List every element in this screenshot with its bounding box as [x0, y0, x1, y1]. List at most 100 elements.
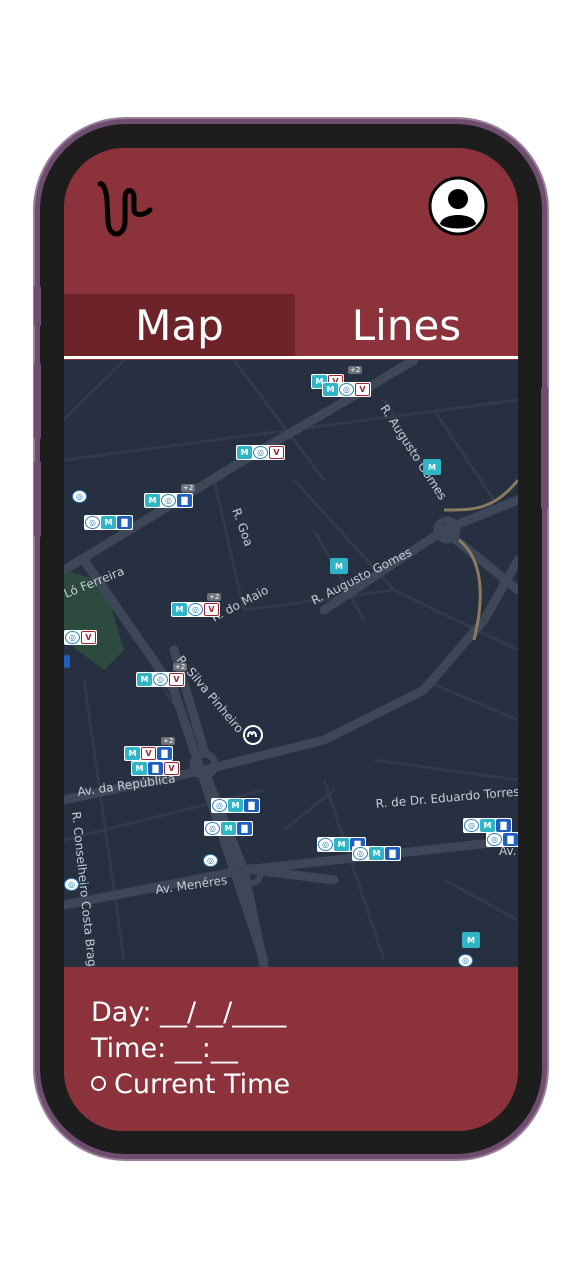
cluster-count-badge: +2	[207, 593, 222, 601]
bus-icon: ▇	[177, 494, 192, 507]
time-selector-panel: Day: __/__/____ Time: __:__ Current Time	[64, 967, 518, 1131]
bus-icon: ▇	[117, 516, 132, 529]
metro-icon: M	[137, 673, 152, 686]
transit-stop-marker[interactable]: ◎	[64, 878, 79, 891]
metro-icon: M	[334, 838, 349, 851]
walk-icon: ◎	[72, 490, 87, 503]
cluster-count-badge: +2	[173, 663, 188, 671]
app-screen: Map Lines R. Augusto Gomes R. Goa Ló Fer…	[64, 148, 518, 1131]
phone-side-button	[34, 460, 41, 538]
walk-icon: ◎	[203, 854, 218, 867]
walk-icon: ◎	[253, 446, 268, 459]
metro-icon: M	[369, 847, 384, 860]
current-time-label: Current Time	[114, 1069, 291, 1100]
tab-lines[interactable]: Lines	[295, 294, 518, 356]
current-time-option[interactable]: Current Time	[91, 1069, 290, 1100]
train-icon: V	[81, 631, 96, 644]
bus-icon: ▇	[244, 799, 259, 812]
phone-side-button	[34, 362, 41, 440]
time-field[interactable]: Time: __:__	[91, 1033, 238, 1064]
walk-icon: ◎	[64, 878, 79, 891]
walk-icon: ◎	[458, 954, 473, 967]
bus-icon: ▇	[503, 833, 518, 846]
bus-icon	[64, 655, 70, 668]
logo-icon	[97, 181, 153, 237]
transit-stop-marker[interactable]: M ▇ V	[131, 761, 180, 776]
transit-stop-marker[interactable]: M ◎ V	[136, 672, 185, 687]
cluster-count-badge: +2	[348, 366, 363, 374]
transit-stop-marker[interactable]: ◎ M ▇	[84, 515, 133, 530]
user-avatar-icon[interactable]	[428, 176, 488, 236]
transit-stop-marker[interactable]: M ◎ V	[236, 445, 285, 460]
tab-map-label: Map	[135, 300, 224, 350]
cluster-count-badge: +2	[161, 737, 176, 745]
transit-stop-marker[interactable]: M V ▇	[124, 746, 173, 761]
transit-stop-marker[interactable]: ◎ M ▇	[204, 821, 253, 836]
train-icon: V	[204, 603, 219, 616]
bus-icon: ▇	[385, 847, 400, 860]
tab-underline	[64, 356, 518, 359]
transit-stop-marker[interactable]: M ◎ V	[322, 382, 371, 397]
tab-lines-label: Lines	[351, 300, 462, 350]
walk-icon: ◎	[339, 383, 354, 396]
cluster-count-badge: +2	[181, 484, 196, 492]
walk-icon: ◎	[153, 673, 168, 686]
transit-stop-marker[interactable]: ◎ V	[64, 630, 97, 645]
street-label: R. Goa	[229, 506, 256, 548]
metro-icon: M	[172, 603, 187, 616]
metro-icon: M	[125, 747, 140, 760]
train-icon: V	[355, 383, 370, 396]
app-header	[64, 148, 518, 294]
transit-stop-marker[interactable]: ◎ M ▇	[352, 846, 401, 861]
current-time-radio[interactable]	[91, 1076, 106, 1091]
train-icon: V	[269, 446, 284, 459]
walk-icon: ◎	[85, 516, 100, 529]
map-roads: R. Augusto Gomes R. Goa Ló Ferreira R. A…	[64, 360, 518, 967]
metro-icon: M	[132, 762, 147, 775]
metro-icon: M	[423, 459, 441, 475]
walk-icon: ◎	[188, 603, 203, 616]
transit-stop-marker[interactable]: ◎ M ▇	[463, 818, 512, 833]
transit-stop-marker[interactable]: ◎	[203, 854, 218, 867]
walk-icon: ◎	[318, 838, 333, 851]
walk-icon: ◎	[464, 819, 479, 832]
metro-icon: M	[101, 516, 116, 529]
transit-stop-marker[interactable]: M ◎ ▇	[144, 493, 193, 508]
walk-icon: ◎	[487, 833, 502, 846]
walk-icon: ◎	[353, 847, 368, 860]
transit-stop-marker[interactable]: M	[330, 558, 348, 574]
train-icon: V	[164, 762, 179, 775]
metro-icon: M	[330, 558, 348, 574]
transit-stop-marker[interactable]: ◎ ▇	[486, 832, 518, 847]
phone-side-button	[34, 285, 41, 327]
phone-power-button	[541, 386, 548, 510]
transit-stop-marker[interactable]: ◎	[458, 954, 473, 967]
walk-icon: ◎	[161, 494, 176, 507]
bus-icon: ▇	[157, 747, 172, 760]
map-view[interactable]: R. Augusto Gomes R. Goa Ló Ferreira R. A…	[64, 360, 518, 967]
walk-icon: ◎	[65, 631, 80, 644]
walk-icon: ◎	[212, 799, 227, 812]
street-label: R. de Dr. Eduardo Torres	[375, 784, 518, 811]
transit-stop-marker[interactable]	[64, 655, 70, 668]
day-field[interactable]: Day: __/__/____	[91, 997, 286, 1028]
walk-icon: ◎	[205, 822, 220, 835]
train-icon: V	[169, 673, 184, 686]
train-icon: V	[141, 747, 156, 760]
metro-icon: M	[228, 799, 243, 812]
transit-stop-marker[interactable]: M	[462, 932, 480, 948]
metro-icon: M	[237, 446, 252, 459]
metro-icon: M	[221, 822, 236, 835]
transit-stop-marker[interactable]: M ◎ V	[171, 602, 220, 617]
tab-map[interactable]: Map	[64, 294, 295, 356]
tab-bar: Map Lines	[64, 294, 518, 359]
metro-icon: M	[145, 494, 160, 507]
transit-stop-marker[interactable]: ◎	[72, 490, 87, 503]
metro-icon: M	[480, 819, 495, 832]
transit-stop-marker[interactable]: ◎ M ▇	[211, 798, 260, 813]
bus-icon: ▇	[148, 762, 163, 775]
transit-stop-marker[interactable]: M	[423, 459, 441, 475]
metro-icon: M	[462, 932, 480, 948]
metro-icon: M	[323, 383, 338, 396]
bus-icon: ▇	[237, 822, 252, 835]
